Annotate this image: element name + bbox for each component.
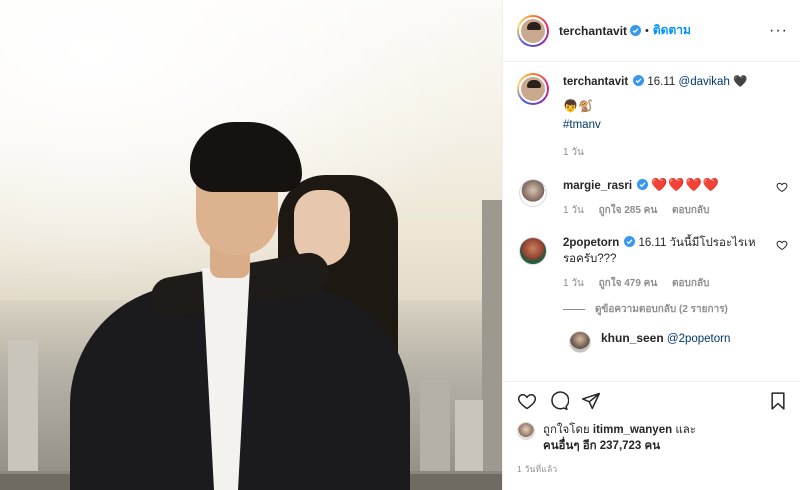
black-heart-emoji: 🖤 xyxy=(733,76,748,88)
view-replies-button[interactable]: ดูข้อความตอบกลับ (2 รายการ) xyxy=(563,302,788,317)
caption-text: 16.11 xyxy=(647,76,676,88)
comment-text: ❤️❤️❤️❤️ xyxy=(651,177,720,192)
commenter-avatar[interactable] xyxy=(519,237,547,265)
verified-icon xyxy=(630,25,642,36)
comment-username[interactable]: 2popetorn xyxy=(563,237,619,249)
comment-like-icon[interactable] xyxy=(776,239,788,251)
comment-icon[interactable] xyxy=(549,391,569,411)
replies-divider xyxy=(563,309,585,310)
others-count[interactable]: คนอื่นๆ อีก 237,723 คน xyxy=(543,440,660,452)
separator-dot: • xyxy=(645,24,649,37)
commenter-avatar[interactable] xyxy=(519,179,547,207)
verified-icon xyxy=(624,236,636,247)
liker-username[interactable]: itimm_wanyen xyxy=(593,424,672,436)
bookmark-icon[interactable] xyxy=(768,391,788,411)
comment-item: margie_rasri ❤️❤️❤️❤️ 1 วัน ถูกใจ 285 คน… xyxy=(517,177,788,219)
caption: terchantavit 16.11 @davikah 🖤 👦🐒 #tmanv … xyxy=(517,73,788,161)
liked-by-prefix: ถูกใจโดย xyxy=(543,424,590,436)
caption-emojis: 👦🐒 xyxy=(563,99,593,113)
reply-button[interactable]: ตอบกลับ xyxy=(672,278,709,289)
comment-time[interactable]: 1 วัน xyxy=(563,278,584,289)
share-icon[interactable] xyxy=(581,391,601,411)
reply-avatar[interactable] xyxy=(569,331,591,353)
caption-mention[interactable]: @davikah xyxy=(679,76,730,88)
more-icon[interactable]: ··· xyxy=(769,22,788,39)
action-icons xyxy=(517,388,788,414)
instagram-post: terchantavit • ติดตาม ··· terchantavit 1… xyxy=(0,0,800,490)
post-actions: ถูกใจโดย itimm_wanyen และ คนอื่นๆ อีก 23… xyxy=(503,381,800,490)
author-avatar[interactable] xyxy=(517,14,549,47)
post-photo[interactable] xyxy=(0,0,502,490)
comments-list[interactable]: terchantavit 16.11 @davikah 🖤 👦🐒 #tmanv … xyxy=(503,63,800,381)
building xyxy=(8,340,38,490)
comment-username[interactable]: margie_rasri xyxy=(563,180,632,192)
author-username[interactable]: terchantavit xyxy=(559,24,627,38)
caption-hashtag[interactable]: #tmanv xyxy=(563,117,788,133)
caption-username[interactable]: terchantavit xyxy=(563,76,628,88)
caption-time[interactable]: 1 วัน xyxy=(563,147,584,158)
building xyxy=(482,200,502,490)
comment-likes[interactable]: ถูกใจ 285 คน xyxy=(599,205,658,216)
post-side-panel: terchantavit • ติดตาม ··· terchantavit 1… xyxy=(502,0,800,490)
caption-avatar[interactable] xyxy=(517,73,549,105)
view-replies-label: ดูข้อความตอบกลับ (2 รายการ) xyxy=(595,304,728,315)
comment-like-icon[interactable] xyxy=(776,181,788,193)
post-header: terchantavit • ติดตาม ··· xyxy=(503,0,800,62)
verified-icon xyxy=(637,179,649,190)
reply-username[interactable]: khun_seen xyxy=(601,331,664,345)
reply-mention[interactable]: @2popetorn xyxy=(667,333,730,345)
heart-icon[interactable] xyxy=(517,391,537,411)
reply-button[interactable]: ตอบกลับ xyxy=(672,205,709,216)
follow-button[interactable]: ติดตาม xyxy=(653,21,691,40)
likes-summary: ถูกใจโดย itimm_wanyen และ คนอื่นๆ อีก 23… xyxy=(517,422,788,454)
comment-likes[interactable]: ถูกใจ 479 คน xyxy=(599,278,658,289)
reply-item: khun_seen @2popetorn xyxy=(569,331,788,353)
liker-avatar[interactable] xyxy=(517,422,535,440)
comment-time[interactable]: 1 วัน xyxy=(563,205,584,216)
liked-by-and: และ xyxy=(675,424,696,436)
verified-icon xyxy=(633,75,645,86)
post-time[interactable]: 1 วันที่แล้ว xyxy=(517,462,788,476)
comment-item: 2popetorn 16.11 วันนี้มีโปรอะไรเหรอครับ?… xyxy=(517,235,788,292)
